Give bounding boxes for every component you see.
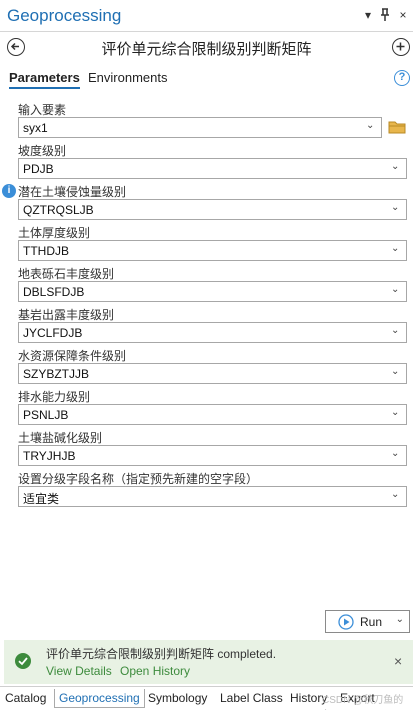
close-icon[interactable]: × xyxy=(396,8,410,22)
pin-icon[interactable] xyxy=(378,8,392,25)
view-details-link[interactable]: View Details xyxy=(46,664,112,678)
slope-value: PDJB xyxy=(23,162,54,176)
salinization-value: TRYJHJB xyxy=(23,449,76,463)
tool-tabs: Parameters Environments xyxy=(0,66,413,92)
water-value: SZYBZTJJB xyxy=(23,367,90,381)
completion-message: 评价单元综合限制级别判断矩阵 completed. xyxy=(46,647,277,661)
tab-catalog[interactable]: Catalog xyxy=(1,689,50,708)
param-label-erosion: 潜在土壤侵蚀量级别 xyxy=(18,185,127,199)
water-field[interactable]: SZYBZTJJB ⌄ xyxy=(18,363,407,384)
bedrock-field[interactable]: JYCLFDJB ⌄ xyxy=(18,322,407,343)
param-label-slope: 坡度级别 xyxy=(18,144,67,158)
param-label-salinization: 土壤盐碱化级别 xyxy=(18,431,103,445)
pane-menu-icon[interactable]: ▾ xyxy=(361,8,375,22)
chevron-down-icon[interactable]: ⌄ xyxy=(391,366,401,381)
input-features-value: syx1 xyxy=(23,121,48,135)
param-label-gravel: 地表砾石丰度级别 xyxy=(18,267,115,281)
salinization-field[interactable]: TRYJHJB ⌄ xyxy=(18,445,407,466)
folder-icon[interactable] xyxy=(388,120,406,134)
chevron-down-icon[interactable]: ⌄ xyxy=(366,120,376,135)
erosion-value: QZTRQSLJB xyxy=(23,203,94,217)
bedrock-value: JYCLFDJB xyxy=(23,326,83,340)
tab-parameters[interactable]: Parameters xyxy=(9,70,80,89)
tab-label-class[interactable]: Label Class xyxy=(216,689,287,708)
tool-header: 评价单元综合限制级别判断矩阵 xyxy=(0,32,413,64)
chevron-down-icon[interactable]: ⌄ xyxy=(396,614,404,625)
erosion-field[interactable]: QZTRQSLJB ⌄ xyxy=(18,199,407,220)
pane-title: Geoprocessing xyxy=(7,6,122,25)
dismiss-icon[interactable]: × xyxy=(394,653,402,669)
param-label-water: 水资源保障条件级别 xyxy=(18,349,127,363)
soil-thickness-field[interactable]: TTHDJB ⌄ xyxy=(18,240,407,261)
param-label-bedrock: 基岩出露丰度级别 xyxy=(18,308,115,322)
success-check-icon xyxy=(15,653,31,672)
output-field-select[interactable]: 适宜类 ⌄ xyxy=(18,486,407,507)
pane-title-bar: Geoprocessing ▾ × xyxy=(0,0,413,32)
chevron-down-icon[interactable]: ⌄ xyxy=(391,489,401,504)
chevron-down-icon[interactable]: ⌄ xyxy=(391,202,401,217)
open-history-link[interactable]: Open History xyxy=(120,664,190,678)
gravel-value: DBLSFDJB xyxy=(23,285,85,299)
gravel-field[interactable]: DBLSFDJB ⌄ xyxy=(18,281,407,302)
param-label-drainage: 排水能力级别 xyxy=(18,390,91,404)
chevron-down-icon[interactable]: ⌄ xyxy=(391,284,401,299)
param-label-output-field: 设置分级字段名称（指定预先新建的空字段） xyxy=(18,472,259,486)
param-label-soil-thickness: 土体厚度级别 xyxy=(18,226,91,240)
tool-title: 评价单元综合限制级别判断矩阵 xyxy=(101,41,312,58)
chevron-down-icon[interactable]: ⌄ xyxy=(391,325,401,340)
watermark: CSDN @秋刀鱼的鱼子 xyxy=(322,695,404,706)
input-features-field[interactable]: syx1 ⌄ xyxy=(18,117,382,138)
chevron-down-icon[interactable]: ⌄ xyxy=(391,407,401,422)
tab-environments[interactable]: Environments xyxy=(88,70,167,85)
output-field-value: 适宜类 xyxy=(23,492,60,506)
param-label-input-features: 输入要素 xyxy=(18,103,67,117)
play-icon xyxy=(338,614,354,633)
completion-banner: 评价单元综合限制级别判断矩阵 completed. View Details O… xyxy=(4,640,413,684)
add-icon[interactable] xyxy=(392,38,410,56)
drainage-value: PSNLJB xyxy=(23,408,69,422)
tab-geoprocessing[interactable]: Geoprocessing xyxy=(54,689,145,708)
chevron-down-icon[interactable]: ⌄ xyxy=(391,161,401,176)
drainage-field[interactable]: PSNLJB ⌄ xyxy=(18,404,407,425)
run-label: Run xyxy=(360,615,383,629)
help-icon[interactable]: ? xyxy=(394,70,410,86)
chevron-down-icon[interactable]: ⌄ xyxy=(391,448,401,463)
run-button[interactable]: Run ⌄ xyxy=(325,610,410,633)
chevron-down-icon[interactable]: ⌄ xyxy=(391,243,401,258)
slope-field[interactable]: PDJB ⌄ xyxy=(18,158,407,179)
info-icon[interactable]: i xyxy=(2,184,16,198)
tab-symbology[interactable]: Symbology xyxy=(144,689,211,708)
soil-thickness-value: TTHDJB xyxy=(23,244,69,258)
